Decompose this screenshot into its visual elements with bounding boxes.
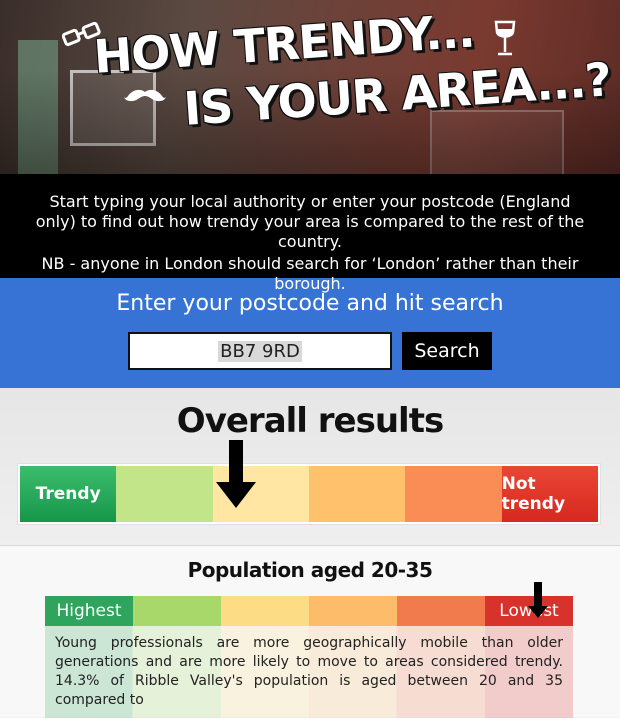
overall-scale: Trendy Not trendy <box>18 440 600 524</box>
scale-segment-trendy: Trendy <box>20 466 117 522</box>
down-arrow-icon <box>216 440 256 508</box>
search-button[interactable]: Search <box>402 332 492 370</box>
search-heading: Enter your postcode and hit search <box>116 291 504 316</box>
intro-panel: Start typing your local authority or ent… <box>0 174 620 293</box>
hero-banner: HOW TRENDY... IS YOUR AREA...? <box>0 0 620 174</box>
mini-segment-3 <box>221 596 309 626</box>
search-panel: Enter your postcode and hit search BB7 9… <box>0 278 620 388</box>
search-row: BB7 9RD Search <box>0 332 620 370</box>
postcode-value: BB7 9RD <box>218 340 302 362</box>
metric-heading: Population aged 20-35 <box>187 558 433 582</box>
metric-description: Young professionals are more geographica… <box>45 626 573 718</box>
postcode-input[interactable]: BB7 9RD <box>128 332 392 370</box>
not-trendy-label: Not trendy <box>501 474 566 514</box>
down-arrow-icon <box>528 582 548 618</box>
highest-label: Highest <box>56 601 122 621</box>
wine-glass-icon <box>494 20 516 56</box>
trendy-label: Trendy <box>35 484 101 504</box>
population-scale: Highest Lowest <box>45 582 573 626</box>
scale-segment-4 <box>308 466 406 522</box>
intro-text: Start typing your local authority or ent… <box>35 192 585 251</box>
overall-heading: Overall results <box>176 401 444 441</box>
scale-segment-not-trendy: Not trendy <box>501 466 598 522</box>
mini-segment-2 <box>133 596 221 626</box>
mini-segment-4 <box>309 596 397 626</box>
mustache-icon <box>124 89 166 102</box>
scale-segment-5 <box>405 466 502 522</box>
overall-results-section: Overall results Trendy Not trendy <box>0 388 620 546</box>
population-metric-section: Population aged 20-35 Highest Lowest You… <box>0 546 620 718</box>
mini-segment-highest: Highest <box>45 596 133 626</box>
scale-segment-2 <box>116 466 213 522</box>
mini-segment-5 <box>397 596 485 626</box>
